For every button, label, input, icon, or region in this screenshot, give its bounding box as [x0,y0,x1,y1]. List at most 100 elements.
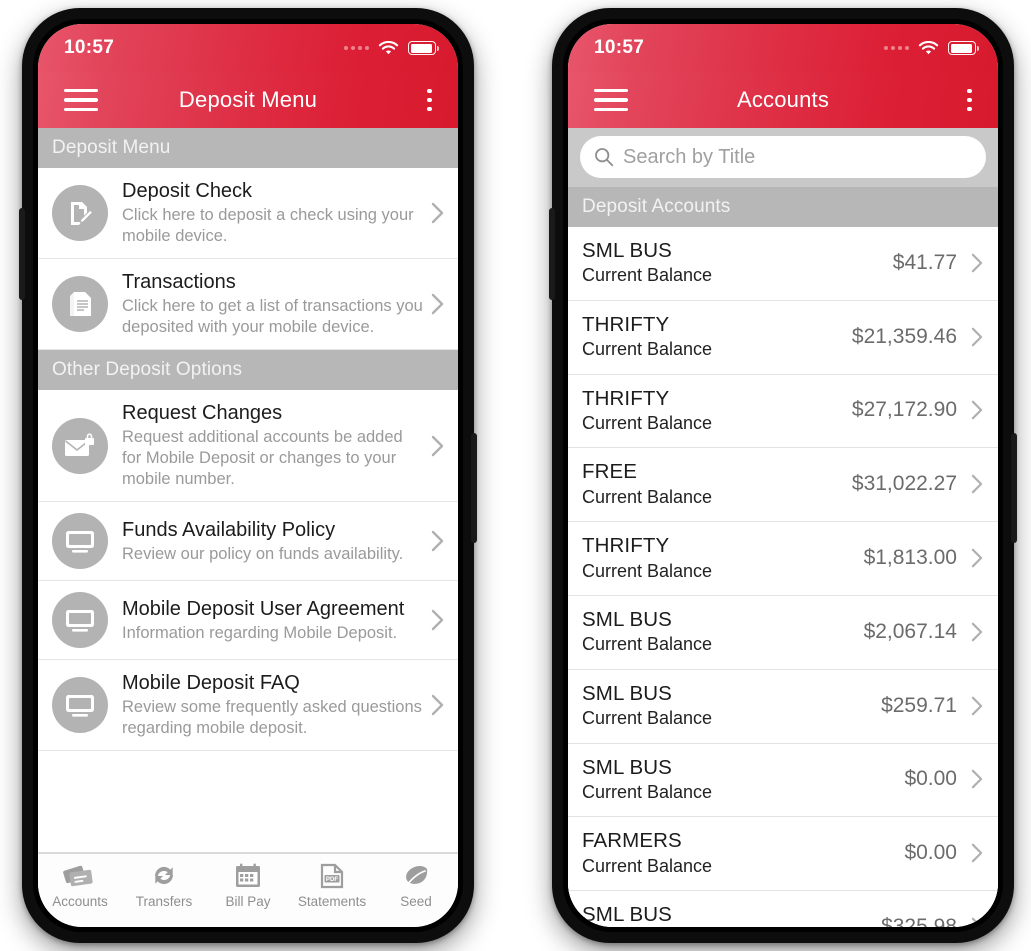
tab-statements[interactable]: PDF Statements [290,863,374,909]
list-item-subtitle: Review our policy on funds availability. [122,544,404,563]
status-indicators [344,40,439,56]
list-item-deposit-check[interactable]: Deposit Check Click here to deposit a ch… [38,168,458,260]
tab-bar-left: Accounts Transfers Bill Pay PDF Statemen… [38,853,458,927]
tab-transfers[interactable]: Transfers [122,863,206,909]
account-balance-value: $41.77 [892,250,957,274]
power-button[interactable] [1011,433,1017,543]
hamburger-menu-icon[interactable] [594,89,628,111]
account-name: FREE [582,460,638,484]
tab-bill-pay[interactable]: Bill Pay [206,863,290,909]
search-icon [595,148,614,167]
page-title: Deposit Menu [178,87,318,112]
document-pencil-icon [52,185,108,241]
status-indicators [884,40,979,56]
account-row[interactable]: SML BUS Current Balance $259.71 [568,669,998,744]
account-info: SML BUS Current Balance [582,238,893,288]
account-info: FREE Current Balance [582,459,852,509]
account-name: THRIFTY [582,312,670,336]
chevron-right-icon [426,530,448,552]
list-item-text: Request Changes Request additional accou… [122,401,426,490]
search-box[interactable] [580,136,986,178]
search-input[interactable] [623,145,972,169]
account-balance-value: $325.98 [881,915,957,927]
account-balance-value: $1,813.00 [863,546,957,570]
account-row[interactable]: SML BUS Current Balance $0.00 [568,743,998,818]
account-row[interactable]: FARMERS Current Balance $0.00 [568,817,998,892]
account-balance-value: $31,022.27 [851,472,957,496]
list-item-subtitle: Request additional accounts be added for… [122,427,403,489]
account-balance-label: Current Balance [582,413,713,433]
chevron-right-icon [966,253,988,273]
deposit-menu-list: Deposit Check Click here to deposit a ch… [38,168,458,351]
account-balance-label: Current Balance [582,265,713,286]
tab-label: Accounts [52,894,108,909]
chevron-right-icon [426,694,448,716]
list-item-subtitle: Review some frequently asked questions r… [122,697,422,738]
account-balance-label: Current Balance [582,855,713,876]
cards-icon [63,865,93,887]
account-name: THRIFTY [582,534,670,558]
account-name: SML BUS [582,755,672,779]
list-item-title: Request Changes [122,402,283,425]
account-balance-value: $0.00 [904,767,957,791]
account-row[interactable]: SML BUS Current Balance $2,067.14 [568,595,998,670]
account-info: SML BUSCurrent Balance [582,902,881,927]
document-lines-icon [52,276,108,333]
account-name: FARMERS [582,829,682,853]
battery-icon [408,41,439,55]
list-item-text: Mobile Deposit User Agreement Informatio… [122,597,426,644]
list-item-request-changes[interactable]: Request Changes Request additional accou… [38,390,458,503]
chevron-right-icon [426,435,448,457]
nav-bar-left: Deposit Menu [38,72,458,128]
silent-switch-button[interactable] [549,208,555,300]
kebab-menu-icon[interactable] [427,88,432,112]
kebab-menu-icon[interactable] [967,88,972,112]
chevron-right-icon [966,843,988,863]
account-balance-value: $21,359.46 [851,324,957,348]
account-row[interactable]: THRIFTY Current Balance $1,813.00 [568,522,998,596]
list-item-text: Mobile Deposit FAQ Review some frequentl… [122,671,426,739]
chevron-right-icon [966,769,988,789]
list-item-title: Deposit Check [122,180,253,202]
account-name: SML BUS [582,903,672,927]
pdf-file-icon: PDF [320,863,344,889]
tab-seed[interactable]: Seed [374,863,458,909]
monitor-icon [52,592,108,649]
account-info: THRIFTY Current Balance [582,533,864,583]
power-button[interactable] [471,433,477,543]
account-info: THRIFTY Current Balance [582,386,852,436]
account-row[interactable]: FREE Current Balance $31,022.27 [568,448,998,523]
leaf-icon [406,865,428,886]
account-balance-label: Current Balance [582,486,713,507]
account-row[interactable]: SML BUSCurrent Balance$325.98 [568,891,998,927]
hamburger-menu-icon[interactable] [64,89,98,111]
monitor-icon [52,513,108,570]
chevron-right-icon [966,327,988,347]
phone-device-left: 10:57 Deposit Menu Deposit Menu Deposit … [19,8,477,943]
list-item-text: Deposit Check Click here to deposit a ch… [122,179,426,247]
account-balance-value: $27,172.90 [851,398,957,422]
chevron-right-icon [426,293,448,315]
list-item-title: Funds Availability Policy [122,518,336,541]
list-item-title: Transactions [122,271,236,294]
account-info: SML BUSCurrent Balance [582,607,864,657]
silent-switch-button[interactable] [19,208,25,300]
account-info: THRIFTY Current Balance [582,312,852,362]
chevron-right-icon [426,609,448,631]
list-item-mobile-deposit-faq[interactable]: Mobile Deposit FAQ Review some frequentl… [38,660,458,752]
account-name: SML BUS [582,239,672,262]
list-item-funds-availability-policy[interactable]: Funds Availability Policy Review our pol… [38,502,458,582]
account-row[interactable]: THRIFTY Current Balance $21,359.46 [568,300,998,375]
account-balance-label: Current Balance [582,708,713,729]
account-row[interactable]: THRIFTY Current Balance $27,172.90 [568,374,998,449]
chevron-right-icon [426,202,448,224]
list-item-mobile-deposit-user-agreement[interactable]: Mobile Deposit User Agreement Informatio… [38,581,458,661]
account-row[interactable]: SML BUS Current Balance $41.77 [568,227,998,301]
list-item-transactions[interactable]: Transactions Click here to get a list of… [38,259,458,351]
status-bar-right: 10:57 [568,24,998,72]
tab-accounts[interactable]: Accounts [38,863,122,909]
account-name: SML BUS [582,607,672,631]
chevron-right-icon [966,696,988,716]
tab-label: Transfers [135,894,193,909]
refresh-arrows-icon [154,866,174,885]
